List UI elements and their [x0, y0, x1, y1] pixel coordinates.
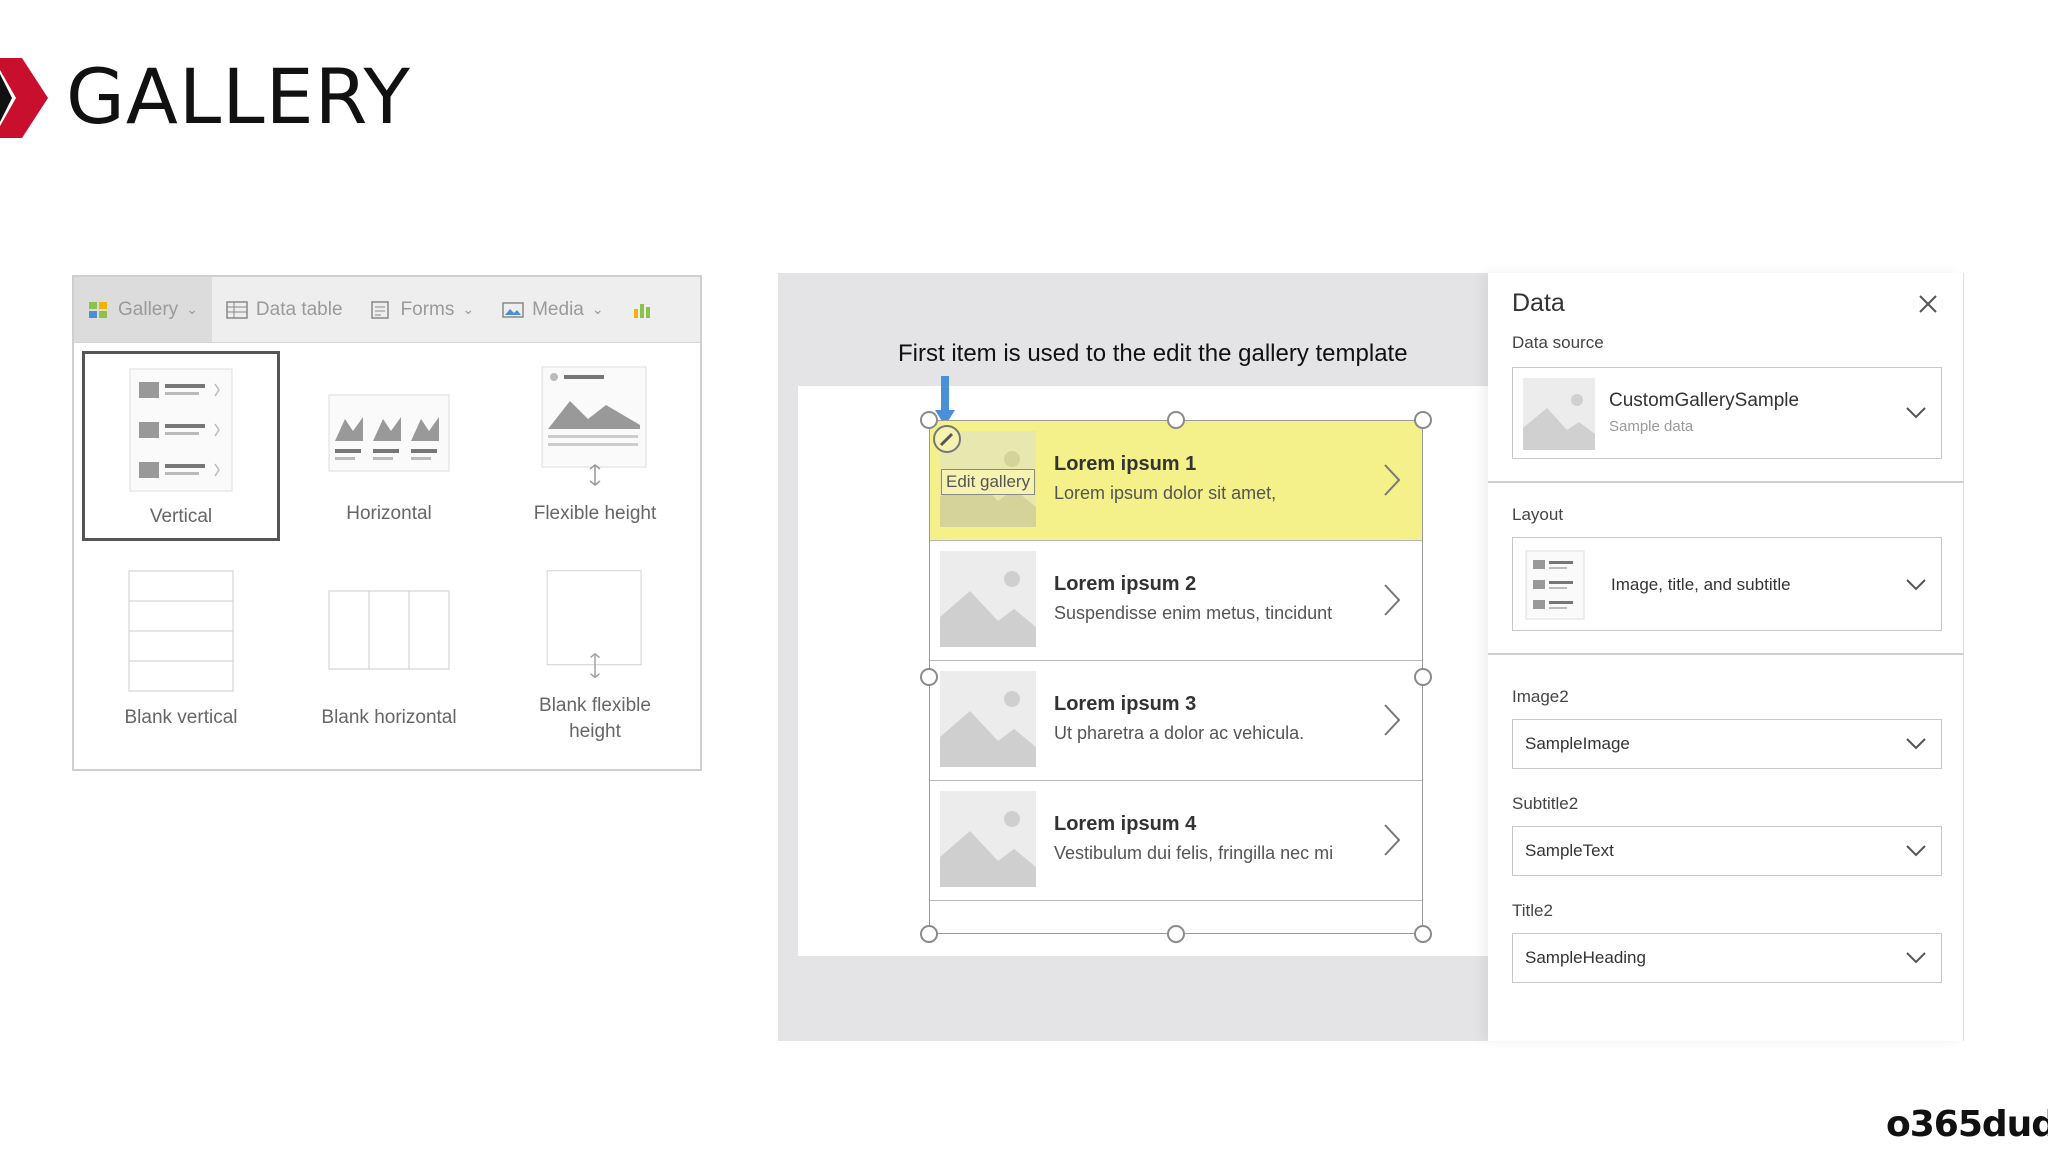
edit-pencil-icon[interactable]	[932, 424, 962, 454]
data-pane: Data Data source CustomGallerySample Sam…	[1488, 273, 1964, 1041]
tab-media-label: Media	[532, 298, 584, 320]
layout-label: Blank flexible height	[539, 695, 651, 742]
resize-handle[interactable]	[920, 411, 938, 429]
table-icon	[226, 300, 248, 319]
gallery-control[interactable]: Lorem ipsum 1 Lorem ipsum dolor sit amet…	[929, 420, 1423, 934]
gallery-icon	[89, 301, 107, 318]
chart-icon	[633, 303, 650, 318]
layout-label: Vertical	[149, 506, 213, 527]
layout-label: Blank vertical	[124, 707, 238, 728]
chevron-right-icon[interactable]	[1382, 583, 1402, 617]
brand-logo: o365dude	[1886, 1104, 2048, 1145]
form-icon	[370, 300, 389, 319]
chevron-right-icon[interactable]	[1382, 463, 1402, 497]
chevron-down-icon: ⌄	[591, 301, 604, 317]
gallery-item[interactable]: Lorem ipsum 2 Suspendisse enim metus, ti…	[930, 541, 1422, 661]
data-source-dropdown[interactable]: CustomGallerySample Sample data	[1512, 367, 1942, 459]
data-source-name: CustomGallerySample	[1609, 390, 1800, 411]
blank-vertical-icon	[128, 570, 234, 692]
layout-flexible-height[interactable]: Flexible height	[496, 351, 694, 541]
chevron-down-icon: ⌄	[186, 301, 198, 317]
image-field-dropdown[interactable]: SampleImage	[1512, 719, 1942, 769]
annotation-text: First item is used to the edit the galle…	[898, 340, 1408, 367]
subtitle-field-dropdown[interactable]: SampleText	[1512, 826, 1942, 876]
subtitle-field-label: Subtitle2	[1512, 794, 1579, 813]
chevron-right-icon[interactable]	[1382, 823, 1402, 857]
chevron-down-icon	[1906, 952, 1926, 964]
pane-title: Data	[1512, 289, 1565, 317]
image-placeholder-icon	[1523, 378, 1595, 450]
item-title: Lorem ipsum 4	[1054, 813, 1197, 835]
title-field-label: Title2	[1512, 901, 1553, 920]
layout-blank-vertical[interactable]: Blank vertical	[82, 555, 280, 745]
slide-title: GALLERY	[66, 52, 411, 141]
chevron-down-icon	[1906, 738, 1926, 750]
layout-label: Flexible height	[533, 503, 657, 524]
item-title: Lorem ipsum 2	[1054, 573, 1197, 595]
slide-chevron-icon	[0, 58, 48, 138]
gallery-picker: Gallery ⌄ Data table Forms ⌄ Media ⌄ Ver…	[72, 275, 702, 771]
tab-charts[interactable]	[618, 277, 668, 342]
title-field-value: SampleHeading	[1525, 948, 1646, 967]
data-source-label: Data source	[1512, 333, 1604, 352]
title-field-dropdown[interactable]: SampleHeading	[1512, 933, 1942, 983]
divider	[1488, 653, 1964, 655]
tab-media[interactable]: Media ⌄	[488, 277, 617, 342]
item-title: Lorem ipsum 1	[1054, 453, 1197, 475]
arrow-down-icon	[935, 376, 955, 426]
layout-label: Blank horizontal	[321, 707, 457, 728]
layout-value: Image, title, and subtitle	[1611, 575, 1791, 594]
vertical-layout-icon	[1525, 550, 1585, 620]
resize-handle[interactable]	[920, 925, 938, 943]
divider	[1488, 481, 1964, 483]
resize-handle[interactable]	[1167, 925, 1185, 943]
image-placeholder-icon	[940, 551, 1036, 647]
tab-forms[interactable]: Forms ⌄	[357, 277, 489, 342]
blank-horizontal-icon	[328, 590, 450, 670]
chevron-right-icon[interactable]	[1382, 703, 1402, 737]
tab-gallery[interactable]: Gallery ⌄	[74, 277, 212, 342]
layout-label: Layout	[1512, 505, 1564, 524]
image-field-value: SampleImage	[1525, 734, 1630, 753]
gallery-item[interactable]: Lorem ipsum 3 Ut pharetra a dolor ac veh…	[930, 661, 1422, 781]
blank-flexible-icon	[546, 570, 642, 679]
image-placeholder-icon	[940, 671, 1036, 767]
chevron-down-icon: ⌄	[462, 301, 475, 317]
data-source-sub: Sample data	[1609, 418, 1694, 435]
chevron-down-icon	[1906, 845, 1926, 857]
layout-blank-horizontal[interactable]: Blank horizontal	[290, 555, 488, 745]
tab-gallery-label: Gallery	[118, 298, 179, 320]
resize-handle[interactable]	[1414, 925, 1432, 943]
edit-gallery-tooltip: Edit gallery	[941, 469, 1036, 495]
layout-label: Horizontal	[346, 503, 432, 524]
subtitle-field-value: SampleText	[1525, 841, 1614, 860]
image-placeholder-icon	[940, 791, 1036, 887]
insert-ribbon: Gallery ⌄ Data table Forms ⌄ Media ⌄	[74, 277, 700, 343]
gallery-item[interactable]: Lorem ipsum 4 Vestibulum dui felis, frin…	[930, 781, 1422, 901]
layout-blank-flexible-height[interactable]: Blank flexible height	[496, 555, 694, 745]
item-subtitle: Ut pharetra a dolor ac vehicula.	[1054, 723, 1305, 743]
layout-dropdown[interactable]: Image, title, and subtitle	[1512, 537, 1942, 631]
image-field-label: Image2	[1512, 687, 1569, 706]
resize-handle[interactable]	[1414, 668, 1432, 686]
flexible-layout-icon	[541, 366, 647, 486]
resize-handle[interactable]	[920, 668, 938, 686]
tab-forms-label: Forms	[400, 298, 455, 320]
item-subtitle: Lorem ipsum dolor sit amet,	[1054, 483, 1277, 503]
item-subtitle: Vestibulum dui felis, fringilla nec mi	[1054, 843, 1334, 863]
item-subtitle: Suspendisse enim metus, tincidunt	[1054, 603, 1333, 623]
item-title: Lorem ipsum 3	[1054, 693, 1197, 715]
image-icon	[502, 301, 524, 318]
chevron-down-icon	[1906, 579, 1926, 591]
resize-handle[interactable]	[1414, 411, 1432, 429]
tab-data-table[interactable]: Data table	[212, 277, 357, 342]
resize-handle[interactable]	[1167, 411, 1185, 429]
close-icon[interactable]	[1917, 293, 1939, 315]
horizontal-layout-icon	[328, 394, 450, 472]
layout-horizontal[interactable]: Horizontal	[290, 351, 488, 541]
layout-vertical[interactable]: Vertical	[82, 351, 280, 541]
chevron-down-icon	[1906, 407, 1926, 419]
tab-data-table-label: Data table	[255, 298, 343, 320]
vertical-layout-icon	[129, 368, 233, 492]
